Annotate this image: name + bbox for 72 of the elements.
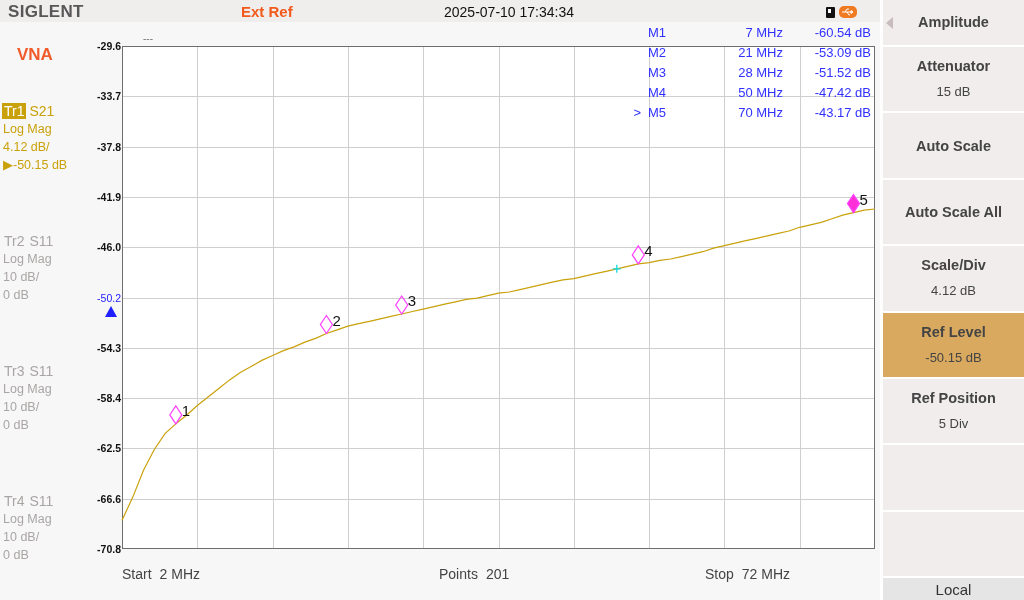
- softkey-button[interactable]: Auto Scale: [883, 113, 1024, 178]
- marker-name: M3: [648, 65, 667, 80]
- trace-reference: 0 dB: [3, 288, 29, 302]
- trace-format: Log Mag: [3, 122, 52, 136]
- sweep-label: Stop: [705, 566, 734, 582]
- marker-number: 3: [407, 292, 417, 309]
- sweep-label: Start: [122, 566, 152, 582]
- storage-icon: [826, 6, 835, 18]
- status-label: Local: [935, 581, 972, 598]
- marker-frequency: 7 MHz: [745, 25, 783, 40]
- marker-value: -43.17 dB: [814, 105, 871, 120]
- trace-format: Log Mag: [3, 252, 52, 266]
- mode-label: VNA: [17, 45, 53, 65]
- axis-tick-label: -41.9: [97, 190, 121, 203]
- marker-number: 5: [859, 190, 868, 208]
- marker-frequency: 28 MHz: [738, 65, 783, 80]
- trace-format: Log Mag: [3, 382, 52, 396]
- axis-tick-label: -29.6: [97, 40, 121, 52]
- reference-level-label: -50.2: [97, 292, 121, 305]
- axis-tick-label: -62.5: [97, 442, 121, 455]
- axis-tick-label: -37.8: [97, 140, 121, 153]
- menu-title: Amplitude: [918, 12, 989, 32]
- trace-format: Log Mag: [3, 512, 52, 526]
- softkey-button[interactable]: Ref Position 5 Div: [883, 378, 1024, 444]
- trace-scale: 10 dB/: [3, 400, 40, 414]
- triangle-icon: [105, 306, 117, 318]
- reference-status: Ext Ref: [241, 3, 293, 20]
- sweep-value: 2 MHz: [159, 566, 201, 582]
- axis-tick-label: -66.6: [97, 492, 121, 505]
- trace-scale: 4.12 dB/: [3, 140, 50, 154]
- marker-number: 4: [644, 241, 653, 259]
- marker-number: 2: [332, 311, 341, 329]
- marker-value: -47.42 dB: [814, 85, 871, 100]
- marker-value: -51.52 dB: [814, 65, 871, 80]
- date-time: 2025-07-10 17:34:34: [444, 4, 574, 20]
- trace-reference: 0 dB: [3, 418, 29, 432]
- trace-parameter: S11: [29, 363, 54, 379]
- axis-tick-label: -46.0: [97, 241, 121, 254]
- marker-number: 1: [181, 401, 191, 419]
- marker-name: M5: [648, 105, 667, 120]
- sweep-value: 72 MHz: [741, 566, 791, 582]
- axis-tick-label: -33.7: [97, 90, 121, 103]
- marker-name: M1: [648, 25, 667, 40]
- chart-title: ---: [143, 32, 153, 44]
- sweep-value: 201: [485, 566, 510, 582]
- marker-frequency: 70 MHz: [738, 105, 783, 120]
- cross-icon: [612, 264, 622, 274]
- logo-text: SIGLENT: [8, 2, 84, 21]
- trace-scale: 10 dB/: [3, 270, 40, 284]
- marker-value: -53.09 dB: [814, 45, 871, 60]
- trace-reference: ▶-50.15 dB: [3, 158, 68, 172]
- usb-icon: [839, 6, 857, 18]
- softkey-button[interactable]: Scale/Div 4.12 dB: [883, 246, 1024, 311]
- trace-parameter: S11: [29, 493, 54, 509]
- marker-name: M2: [648, 45, 667, 60]
- marker-frequency: 21 MHz: [738, 45, 783, 60]
- softkey-button[interactable]: Auto Scale All: [883, 179, 1024, 245]
- marker-name: M4: [648, 85, 667, 100]
- marker-value: -60.54 dB: [814, 25, 871, 40]
- left-triangle-icon: [886, 16, 893, 29]
- trace-parameter: S21: [29, 103, 55, 119]
- axis-tick-label: -58.4: [97, 392, 121, 405]
- trace-parameter: S11: [29, 233, 54, 249]
- marker-frequency: 50 MHz: [738, 85, 783, 100]
- trace-scale: 10 dB/: [3, 530, 40, 544]
- axis-tick-label: -70.8: [97, 543, 121, 555]
- trace-reference: 0 dB: [3, 548, 29, 562]
- axis-tick-label: -54.3: [97, 341, 121, 354]
- softkey-button[interactable]: Attenuator 15 dB: [883, 47, 1024, 112]
- active-marker-pointer: >: [633, 105, 641, 120]
- sweep-label: Points: [439, 566, 478, 582]
- softkey-button[interactable]: Ref Level -50.15 dB: [883, 312, 1024, 377]
